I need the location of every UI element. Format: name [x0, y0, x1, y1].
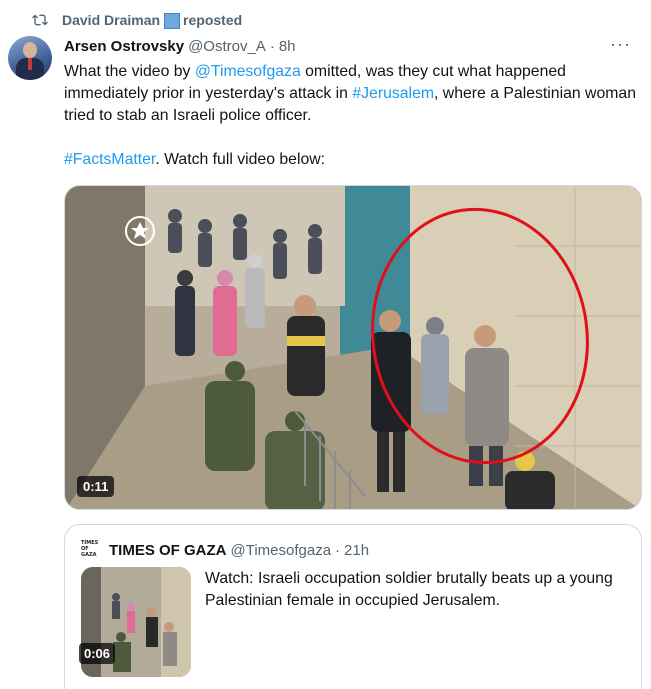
avatar[interactable] [8, 36, 52, 80]
quote-text: Watch: Israeli occupation soldier brutal… [205, 570, 613, 609]
quote-time[interactable]: 21h [344, 542, 369, 559]
repost-indicator[interactable]: David Draiman reposted [32, 10, 242, 30]
hashtag-link-factsmatter[interactable]: #FactsMatter [64, 151, 155, 168]
flag-icon [164, 13, 181, 29]
quoted-tweet-header: TIMES OF GAZA TIMES OF GAZA @Timesofgaza… [81, 540, 369, 560]
quoted-tweet[interactable]: TIMES OF GAZA TIMES OF GAZA @Timesofgaza… [64, 524, 642, 689]
separator-dot: · [269, 37, 275, 55]
hashtag-link-jerusalem[interactable]: #Jerusalem [352, 85, 434, 102]
repost-label: reposted [183, 12, 243, 28]
repost-user[interactable]: David Draiman [62, 12, 160, 28]
mention-link[interactable]: @Timesofgaza [195, 63, 301, 80]
tweet-text-segment: . Watch full video below: [155, 151, 326, 168]
tweet-text-segment: What the video by [64, 63, 195, 80]
separator-dot: · [335, 541, 341, 559]
author-name[interactable]: Arsen Ostrovsky [64, 38, 184, 55]
video-duration-badge: 0:11 [77, 476, 115, 497]
quote-author-handle[interactable]: @Timesofgaza [231, 542, 332, 559]
quote-video-duration-badge: 0:06 [79, 643, 116, 664]
quote-author-name[interactable]: TIMES OF GAZA [109, 542, 227, 559]
video-frame [65, 186, 641, 509]
repost-icon [32, 14, 48, 26]
quote-avatar[interactable]: TIMES OF GAZA [81, 540, 101, 560]
more-options-icon[interactable]: ··· [610, 35, 631, 53]
tweet-text: What the video by @Timesofgaza omitted, … [64, 61, 640, 171]
tweet-header: Arsen Ostrovsky @Ostrov_A · 8h ··· [64, 35, 635, 56]
video-player[interactable]: 0:11 [64, 185, 642, 510]
author-handle[interactable]: @Ostrov_A [188, 38, 266, 55]
tweet-time[interactable]: 8h [279, 38, 296, 55]
